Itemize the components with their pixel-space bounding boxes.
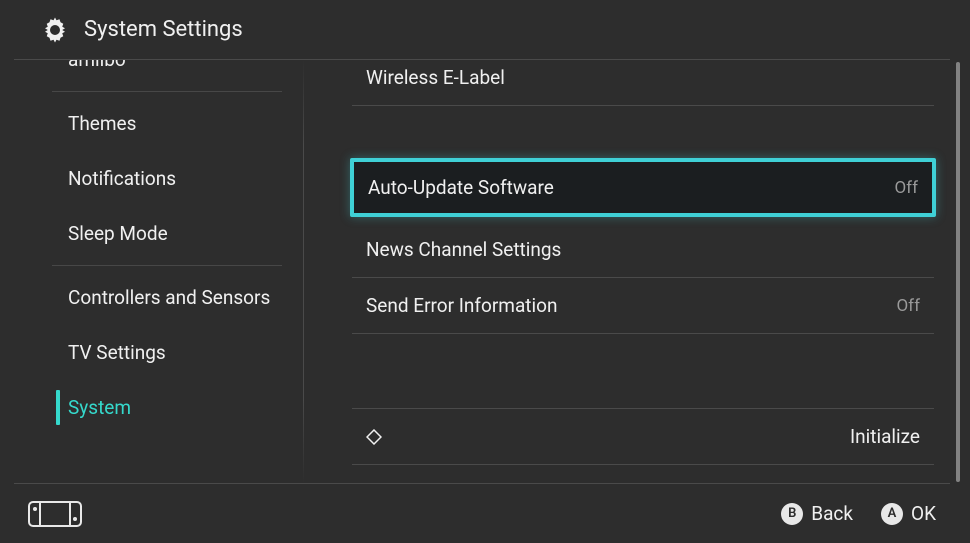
sidebar-divider xyxy=(52,91,282,92)
setting-wireless-elabel[interactable]: Wireless E-Label xyxy=(352,60,934,105)
sidebar-item-label: Sleep Mode xyxy=(68,222,168,245)
sidebar-item-label: amiibo xyxy=(68,60,126,71)
setting-news-channel[interactable]: News Channel Settings xyxy=(352,222,934,277)
back-button[interactable]: B Back xyxy=(781,502,853,525)
setting-label: Send Error Information xyxy=(366,294,557,317)
sidebar-item-themes[interactable]: Themes xyxy=(0,96,304,151)
sidebar-item-sleep-mode[interactable]: Sleep Mode xyxy=(0,206,304,261)
body: amiibo Themes Notifications Sleep Mode C… xyxy=(0,60,970,484)
gear-icon xyxy=(40,15,70,45)
console-icon xyxy=(28,501,82,527)
header: System Settings xyxy=(0,0,970,59)
row-divider xyxy=(352,464,934,465)
setting-label: Wireless E-Label xyxy=(366,66,505,89)
page-title: System Settings xyxy=(84,17,243,42)
setting-send-error[interactable]: Send Error Information Off xyxy=(352,278,934,333)
setting-value: Off xyxy=(896,296,920,316)
setting-initialize[interactable]: Initialize xyxy=(352,409,934,464)
setting-auto-update[interactable]: Auto-Update Software Off xyxy=(350,158,936,217)
ok-label: OK xyxy=(911,502,936,525)
back-label: Back xyxy=(811,502,853,525)
sidebar-item-label: Controllers and Sensors xyxy=(68,286,270,309)
setting-label: Auto-Update Software xyxy=(368,176,554,199)
footer: B Back A OK xyxy=(0,484,970,543)
diamond-icon xyxy=(366,429,382,445)
b-icon: B xyxy=(781,503,803,525)
main-panel: Wireless E-Label Auto-Update Software Of… xyxy=(304,60,970,484)
sidebar: amiibo Themes Notifications Sleep Mode C… xyxy=(0,60,304,484)
setting-label: Initialize xyxy=(850,425,920,448)
sidebar-item-amiibo[interactable]: amiibo xyxy=(0,60,304,87)
ok-button[interactable]: A OK xyxy=(881,502,936,525)
setting-label: News Channel Settings xyxy=(366,238,561,261)
sidebar-divider xyxy=(52,265,282,266)
sidebar-item-tv-settings[interactable]: TV Settings xyxy=(0,325,304,380)
sidebar-item-label: Themes xyxy=(68,112,136,135)
scrollbar[interactable] xyxy=(956,62,960,482)
sidebar-item-label: Notifications xyxy=(68,167,176,190)
sidebar-item-label: System xyxy=(68,396,131,419)
sidebar-item-controllers[interactable]: Controllers and Sensors xyxy=(0,270,304,325)
sidebar-item-notifications[interactable]: Notifications xyxy=(0,151,304,206)
sidebar-item-system[interactable]: System xyxy=(0,380,304,435)
a-icon: A xyxy=(881,503,903,525)
sidebar-item-label: TV Settings xyxy=(68,341,166,364)
setting-value: Off xyxy=(894,178,918,198)
footer-buttons: B Back A OK xyxy=(781,502,936,525)
